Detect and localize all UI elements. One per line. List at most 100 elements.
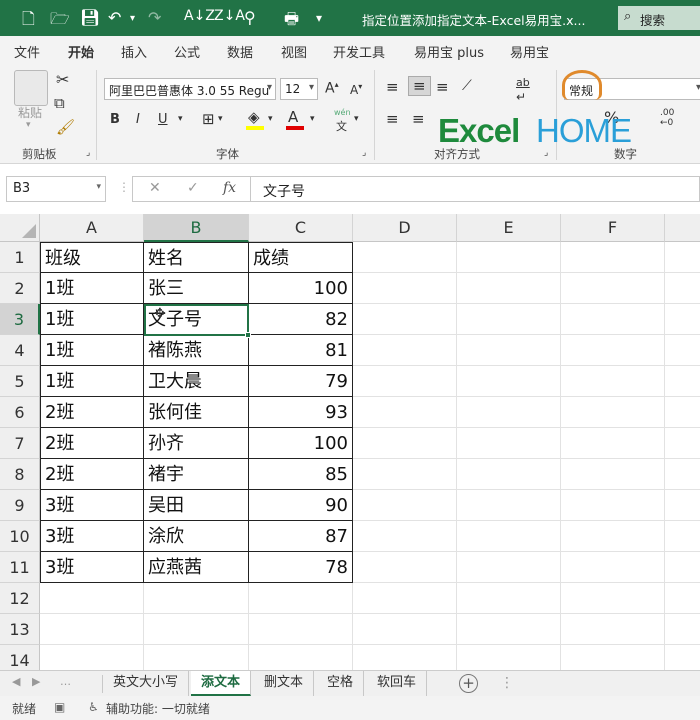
borders-dropdown-icon[interactable]: ▾	[218, 114, 223, 124]
cell[interactable]: 吴田	[144, 490, 249, 521]
cell[interactable]	[249, 583, 353, 614]
cell[interactable]	[561, 273, 665, 304]
cell[interactable]	[457, 428, 561, 459]
align-top-icon[interactable]: ≡	[386, 78, 399, 96]
cell[interactable]: 2班	[40, 397, 144, 428]
tab-yiyongbao-plus[interactable]: 易用宝 plus	[414, 42, 484, 61]
fill-handle[interactable]	[245, 332, 251, 338]
cell[interactable]: 姓名	[144, 242, 249, 273]
borders-icon[interactable]: ⊞	[202, 110, 215, 128]
decrease-font-icon[interactable]: A▾	[350, 82, 362, 97]
fill-dropdown-icon[interactable]: ▾	[268, 114, 273, 124]
cell[interactable]	[665, 428, 700, 459]
cell[interactable]	[665, 366, 700, 397]
cell[interactable]	[665, 552, 700, 583]
cell[interactable]	[144, 645, 249, 670]
sheet-tab-case[interactable]: 英文大小写	[103, 671, 190, 696]
tab-home[interactable]: 开始	[68, 42, 95, 67]
open-folder-icon[interactable]: 🗁	[50, 8, 70, 35]
cell[interactable]	[665, 490, 700, 521]
cell[interactable]	[353, 242, 457, 273]
cell[interactable]	[665, 645, 700, 670]
sort-za-icon[interactable]: Z↓A	[214, 8, 245, 24]
cell[interactable]: 卫大晨	[144, 366, 249, 397]
cell[interactable]: 85	[249, 459, 353, 490]
cell[interactable]: 2班	[40, 459, 144, 490]
tab-insert[interactable]: 插入	[121, 42, 147, 61]
cell[interactable]: 3班	[40, 552, 144, 583]
col-header-c[interactable]: C	[249, 214, 353, 242]
formula-input[interactable]: 文子号	[250, 176, 700, 202]
cell[interactable]	[353, 335, 457, 366]
cell[interactable]	[561, 304, 665, 335]
formula-bar-handle-icon[interactable]: ⋮	[118, 180, 130, 194]
undo-dropdown-icon[interactable]: ▾	[130, 13, 135, 24]
copy-icon[interactable]: ⧉	[54, 94, 65, 112]
cell[interactable]	[353, 614, 457, 645]
increase-font-icon[interactable]: A▴	[325, 80, 339, 97]
cell[interactable]	[561, 459, 665, 490]
font-size-combo[interactable]: 12 ▾	[280, 78, 318, 100]
tab-file[interactable]: 文件	[14, 42, 40, 61]
more-sheets-icon[interactable]: …	[60, 675, 71, 688]
font-launcher-icon[interactable]: ⌟	[362, 148, 366, 158]
cell[interactable]: 孙齐	[144, 428, 249, 459]
cell[interactable]	[665, 459, 700, 490]
cell[interactable]	[353, 459, 457, 490]
cell[interactable]	[665, 304, 700, 335]
font-color-icon[interactable]: A	[288, 108, 298, 126]
cell[interactable]	[144, 614, 249, 645]
find-icon[interactable]: ⚲	[244, 8, 256, 27]
align-center-icon[interactable]: ≡	[412, 110, 425, 128]
cell[interactable]: 张何佳	[144, 397, 249, 428]
cell[interactable]	[457, 335, 561, 366]
cell[interactable]: 涂欣	[144, 521, 249, 552]
save-icon[interactable]: 💾︎	[80, 8, 100, 27]
orientation-icon[interactable]: ⟋	[462, 78, 472, 94]
row-header[interactable]: 14	[0, 645, 40, 670]
fill-color-icon[interactable]: ◈	[248, 108, 260, 126]
italic-button[interactable]: I	[136, 112, 140, 127]
cell[interactable]	[353, 583, 457, 614]
sheet-tab-spaces[interactable]: 空格	[317, 671, 365, 696]
underline-dropdown-icon[interactable]: ▾	[178, 114, 183, 124]
cell[interactable]	[561, 490, 665, 521]
row-header[interactable]: 12	[0, 583, 40, 614]
cell[interactable]: 褚陈燕	[144, 335, 249, 366]
cell[interactable]	[457, 242, 561, 273]
undo-icon[interactable]: ↶	[108, 8, 121, 27]
cell[interactable]	[665, 521, 700, 552]
cell[interactable]	[561, 521, 665, 552]
row-header[interactable]: 4	[0, 335, 40, 366]
col-header-b[interactable]: B	[144, 214, 249, 242]
cell[interactable]	[561, 645, 665, 670]
row-header[interactable]: 5	[0, 366, 40, 397]
accessibility-icon[interactable]: ♿︎	[88, 700, 99, 714]
cell[interactable]	[561, 552, 665, 583]
paste-button[interactable]: 粘贴	[18, 104, 42, 121]
row-header[interactable]: 11	[0, 552, 40, 583]
format-painter-icon[interactable]: 🖌︎	[56, 118, 75, 136]
scroll-right-icon[interactable]: ▶	[32, 675, 40, 688]
cell[interactable]	[561, 335, 665, 366]
tab-developer[interactable]: 开发工具	[333, 42, 385, 61]
cell[interactable]	[353, 428, 457, 459]
bold-button[interactable]: B	[110, 112, 120, 127]
cell[interactable]: 张三	[144, 273, 249, 304]
cell[interactable]	[353, 273, 457, 304]
cell[interactable]	[665, 397, 700, 428]
cell[interactable]: 褚宇	[144, 459, 249, 490]
sort-az-icon[interactable]: A↓Z	[184, 8, 215, 24]
wrap-text-icon[interactable]: ab	[516, 76, 530, 89]
insert-function-button[interactable]: fx	[223, 180, 236, 196]
cell[interactable]: 应燕茜	[144, 552, 249, 583]
sheet-tab-soft-return[interactable]: 软回车	[367, 671, 428, 696]
cell[interactable]: 90	[249, 490, 353, 521]
sheet-tab-add-text[interactable]: 添文本	[191, 671, 252, 696]
cell[interactable]	[561, 242, 665, 273]
cell[interactable]	[561, 614, 665, 645]
pinyin-dropdown-icon[interactable]: ▾	[354, 114, 359, 124]
cell[interactable]: 82	[249, 304, 353, 335]
name-box[interactable]: B3 ▾	[6, 176, 106, 202]
pinyin-button[interactable]: 文	[336, 118, 347, 134]
